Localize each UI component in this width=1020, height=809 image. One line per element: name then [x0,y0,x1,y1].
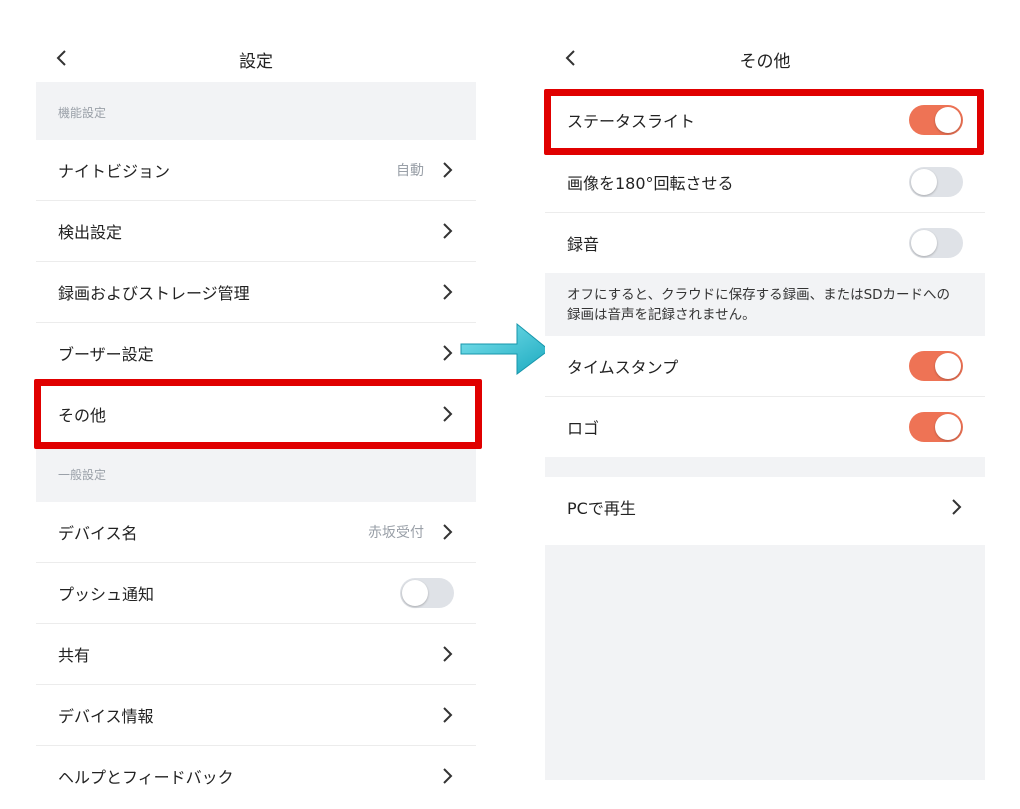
row-label: タイムスタンプ [567,358,679,377]
row-label: ブーザー設定 [58,345,154,364]
toggle-knob [402,580,428,606]
nav-bar: その他 [545,0,985,88]
page-title: 設定 [239,52,273,72]
chevron-right-icon [443,345,453,361]
row-label: ロゴ [567,419,600,438]
row-device-name[interactable]: デバイス名 赤坂受付 [36,502,476,563]
toggle-knob [935,353,961,379]
arrow-right-icon [460,322,550,375]
section-header-general: 一般設定 [36,444,476,502]
row-label: 検出設定 [58,223,123,242]
push-notification-toggle[interactable] [400,578,454,608]
chevron-right-icon [443,707,453,723]
audio-note: オフにすると、クラウドに保存する録画、またはSDカードへの録画は音声を記録されま… [545,273,985,336]
row-label: ナイトビジョン [58,162,171,181]
nav-bar: 設定 [36,0,476,82]
row-label: 録画およびストレージ管理 [58,284,250,303]
row-buzzer-settings[interactable]: ブーザー設定 [36,323,476,384]
row-value: 赤坂受付 [368,525,424,541]
chevron-right-icon [443,646,453,662]
timestamp-toggle[interactable] [909,351,963,381]
row-logo: ロゴ [545,397,985,457]
highlight-box-status-light [544,89,984,155]
row-recording-storage[interactable]: 録画およびストレージ管理 [36,262,476,323]
row-value: 自動 [396,163,424,179]
row-push-notification: プッシュ通知 [36,563,476,624]
chevron-right-icon [443,162,453,178]
row-share[interactable]: 共有 [36,624,476,685]
row-timestamp: タイムスタンプ [545,336,985,397]
row-label: 録音 [567,235,600,254]
row-rotate-180: 画像を180°回転させる [545,152,985,213]
toggle-knob [911,230,937,256]
chevron-right-icon [443,223,453,239]
row-detection-settings[interactable]: 検出設定 [36,201,476,262]
row-audio-recording: 録音 [545,213,985,273]
row-label: デバイス名 [58,524,138,543]
row-night-vision[interactable]: ナイトビジョン 自動 [36,140,476,201]
row-label: プッシュ通知 [58,585,155,604]
logo-toggle[interactable] [909,412,963,442]
empty-background [545,545,985,780]
row-label: デバイス情報 [58,707,154,726]
chevron-right-icon [952,499,962,515]
toggle-knob [935,414,961,440]
chevron-right-icon [443,524,453,540]
row-device-info[interactable]: デバイス情報 [36,685,476,746]
section-spacer [545,457,985,477]
audio-recording-toggle[interactable] [909,228,963,258]
row-play-on-pc[interactable]: PCで再生 [545,477,985,537]
highlight-box-other [34,379,482,449]
chevron-right-icon [443,284,453,300]
row-help-feedback[interactable]: ヘルプとフィードバック [36,746,476,806]
row-label: 共有 [58,646,91,665]
page-title: その他 [739,52,791,72]
row-label: PCで再生 [567,499,636,518]
chevron-right-icon [443,768,453,784]
toggle-knob [911,169,937,195]
row-label: 画像を180°回転させる [567,174,734,193]
row-label: ヘルプとフィードバック [58,768,234,787]
section-header-function: 機能設定 [36,82,476,140]
rotate-image-toggle[interactable] [909,167,963,197]
